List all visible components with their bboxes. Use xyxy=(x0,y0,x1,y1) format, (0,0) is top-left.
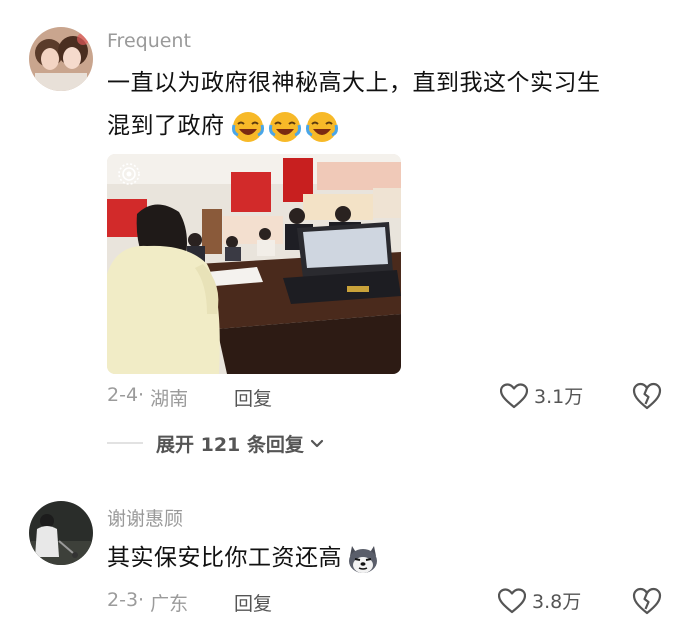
avatar[interactable] xyxy=(29,501,93,565)
broken-heart-icon xyxy=(632,382,662,410)
comment-text-line: 其实保安比你工资还高 xyxy=(107,545,342,571)
comment-meta: 2-3· 广东 xyxy=(107,589,188,616)
chevron-down-icon xyxy=(310,439,323,447)
reply-button[interactable]: 回复 xyxy=(234,589,272,616)
like-count: 3.8万 xyxy=(532,591,582,613)
heart-outline-icon xyxy=(498,587,526,613)
comment-text: 一直以为政府很神秘高大上，直到我这个实习生 混到了政府 xyxy=(107,62,677,148)
avatar[interactable] xyxy=(29,27,93,91)
laughing-crying-emoji-icon xyxy=(305,111,338,142)
like-button[interactable]: 3.1万 xyxy=(500,382,583,409)
username[interactable]: 谢谢惠顾 xyxy=(107,504,183,531)
comment-date: 2-3· xyxy=(107,589,145,611)
broken-heart-icon xyxy=(632,587,662,615)
expand-replies-button[interactable]: 展开 121 条回复 xyxy=(156,430,324,457)
like-button[interactable]: 3.8万 xyxy=(498,587,581,614)
comment-text-line: 一直以为政府很神秘高大上，直到我这个实习生 xyxy=(107,70,601,96)
laughing-crying-emoji-icon xyxy=(268,111,301,142)
heart-outline-icon xyxy=(500,382,528,408)
dislike-button[interactable] xyxy=(632,587,662,619)
username[interactable]: Frequent xyxy=(107,30,191,52)
husky-dog-emoji-icon xyxy=(349,545,377,573)
laughing-crying-emoji-icon xyxy=(231,111,264,142)
comment-meta: 2-4· 湖南 xyxy=(107,384,188,411)
expand-replies-label: 展开 121 条回复 xyxy=(156,434,304,456)
dislike-button[interactable] xyxy=(632,382,662,414)
comment-text: 其实保安比你工资还高 xyxy=(107,537,383,580)
comment-location: 湖南 xyxy=(150,388,189,410)
comment-photo[interactable] xyxy=(107,154,401,374)
reply-button[interactable]: 回复 xyxy=(234,384,272,411)
comment-text-line: 混到了政府 xyxy=(107,113,225,139)
replies-divider xyxy=(107,442,143,444)
comment-location: 广东 xyxy=(150,593,189,615)
comment-date: 2-4· xyxy=(107,384,145,406)
like-count: 3.1万 xyxy=(534,386,584,408)
